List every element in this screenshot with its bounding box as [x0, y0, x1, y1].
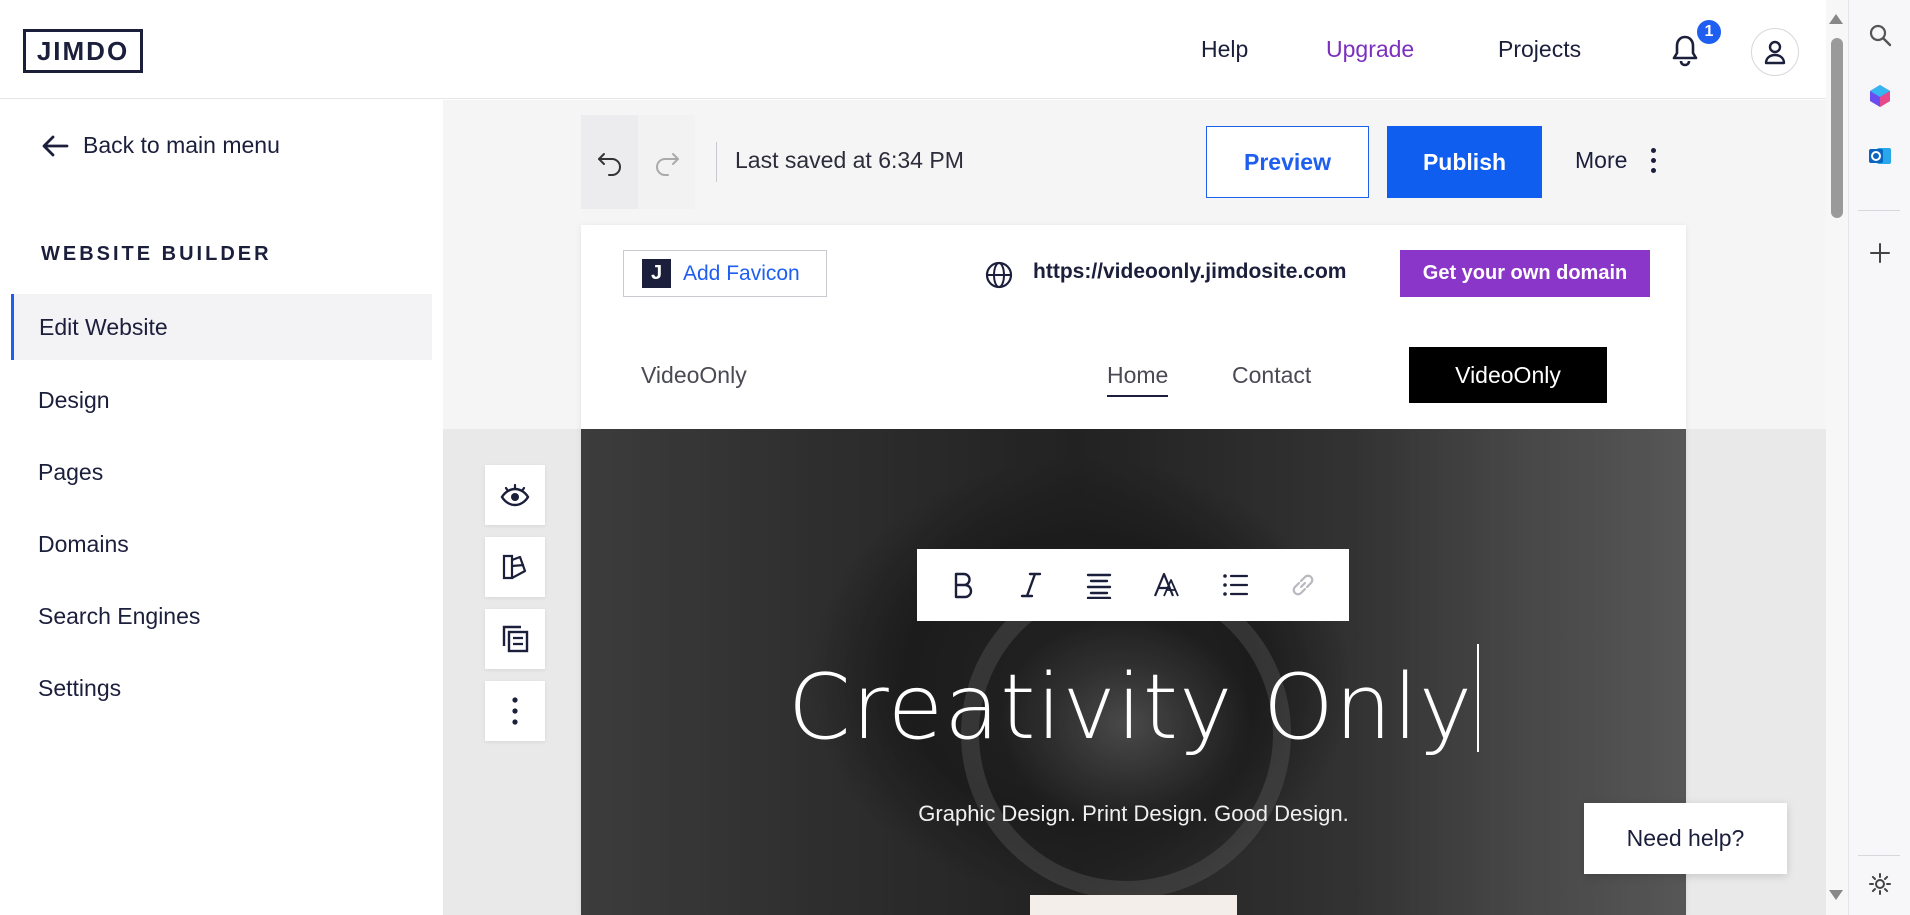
- bold-icon[interactable]: [943, 565, 983, 605]
- section-title: WEBSITE BUILDER: [41, 243, 272, 265]
- favicon-icon: J: [642, 259, 671, 288]
- search-icon[interactable]: [1866, 21, 1894, 49]
- app-root: JIMDO Help Upgrade Projects 1 Back to ma…: [0, 0, 1910, 915]
- eye-icon: [500, 483, 530, 507]
- user-avatar[interactable]: [1751, 28, 1799, 76]
- hero-title[interactable]: Creativity Only: [581, 644, 1686, 760]
- arrow-left-icon: [42, 135, 69, 156]
- style-button[interactable]: [485, 537, 545, 597]
- get-domain-button[interactable]: Get your own domain: [1400, 250, 1650, 297]
- outlook-icon[interactable]: [1866, 142, 1894, 170]
- hero-subtitle[interactable]: Graphic Design. Print Design. Good Desig…: [581, 801, 1686, 827]
- bell-icon[interactable]: [1670, 34, 1700, 68]
- link-icon[interactable]: [1283, 565, 1323, 605]
- scroll-down-arrow[interactable]: [1829, 890, 1843, 900]
- need-help-button[interactable]: Need help?: [1584, 803, 1787, 874]
- sidebar-item-pages[interactable]: Pages: [11, 439, 432, 505]
- gear-icon[interactable]: [1866, 870, 1894, 898]
- redo-button[interactable]: [638, 115, 695, 209]
- globe-icon: [985, 261, 1013, 294]
- sidebar-item-search-engines[interactable]: Search Engines: [11, 583, 432, 649]
- paint-swatch-icon: [502, 554, 527, 580]
- side-panel-divider-bottom: [1858, 855, 1900, 856]
- add-favicon-button[interactable]: J Add Favicon: [623, 250, 827, 297]
- hero-section[interactable]: Creativity Only Graphic Design. Print De…: [581, 429, 1686, 915]
- website-preview: J Add Favicon https://videoonly.jimdosit…: [581, 225, 1686, 915]
- block-more-button[interactable]: [485, 681, 545, 741]
- site-nav-home[interactable]: Home: [1107, 362, 1169, 397]
- italic-icon[interactable]: [1011, 565, 1051, 605]
- preview-button[interactable]: Preview: [1206, 126, 1369, 198]
- list-icon[interactable]: [1215, 565, 1255, 605]
- top-bar: JIMDO Help Upgrade Projects 1: [0, 0, 1826, 99]
- site-url: https://videoonly.jimdosite.com: [1033, 260, 1347, 283]
- toolbar-divider: [716, 142, 717, 182]
- last-saved-status: Last saved at 6:34 PM: [735, 147, 964, 173]
- sidebar-item-edit-website[interactable]: Edit Website: [11, 294, 432, 360]
- more-label: More: [1575, 147, 1628, 173]
- projects-link[interactable]: Projects: [1498, 36, 1581, 63]
- plus-icon[interactable]: [1866, 239, 1894, 267]
- scroll-thumb[interactable]: [1831, 38, 1843, 218]
- publish-button[interactable]: Publish: [1387, 126, 1542, 198]
- more-menu[interactable]: More: [1575, 147, 1657, 174]
- sidebar: Back to main menu WEBSITE BUILDER Edit W…: [0, 100, 443, 915]
- notification-badge: 1: [1695, 18, 1723, 46]
- browser-side-panel: [1848, 0, 1910, 915]
- help-link[interactable]: Help: [1201, 36, 1248, 63]
- hero-button[interactable]: [1030, 895, 1237, 915]
- user-icon: [1764, 40, 1786, 65]
- back-to-main-menu[interactable]: Back to main menu: [41, 132, 280, 159]
- jimdo-logo[interactable]: JIMDO: [23, 29, 143, 73]
- visibility-button[interactable]: [485, 465, 545, 525]
- sidebar-item-design[interactable]: Design: [11, 367, 432, 433]
- back-label: Back to main menu: [83, 132, 280, 158]
- kebab-icon: [1651, 148, 1657, 173]
- text-style-icon[interactable]: [1147, 565, 1187, 605]
- site-nav-contact[interactable]: Contact: [1232, 362, 1311, 389]
- text-caret: [1477, 644, 1480, 752]
- add-favicon-label: Add Favicon: [683, 261, 800, 285]
- sidebar-item-domains[interactable]: Domains: [11, 511, 432, 577]
- scroll-up-arrow[interactable]: [1829, 14, 1843, 24]
- side-panel-divider: [1858, 210, 1900, 211]
- copilot-icon[interactable]: [1866, 82, 1894, 110]
- site-brand[interactable]: VideoOnly: [641, 362, 747, 389]
- duplicate-button[interactable]: [485, 609, 545, 669]
- text-format-toolbar: [917, 549, 1349, 621]
- kebab-vertical-icon: [512, 697, 518, 725]
- undo-button[interactable]: [581, 115, 638, 209]
- undo-icon: [597, 153, 621, 176]
- sidebar-item-settings[interactable]: Settings: [11, 655, 432, 721]
- copy-icon: [502, 625, 529, 653]
- redo-icon: [655, 153, 679, 176]
- hero-title-text[interactable]: Creativity Only: [788, 655, 1473, 760]
- site-cta-button[interactable]: VideoOnly: [1409, 347, 1607, 403]
- undo-redo-group: [581, 115, 695, 209]
- upgrade-link[interactable]: Upgrade: [1326, 36, 1414, 63]
- align-center-icon[interactable]: [1079, 565, 1119, 605]
